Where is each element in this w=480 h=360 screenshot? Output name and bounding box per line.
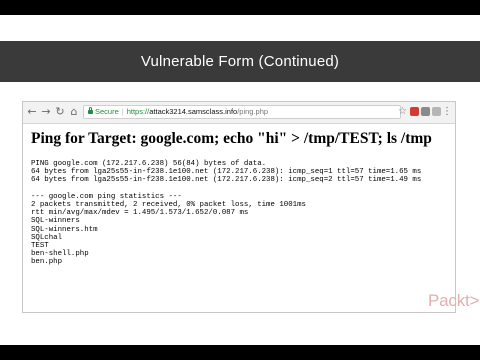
output-line: PING google.com (172.217.6.238) 56(84) b… [31, 160, 267, 168]
home-icon[interactable]: ⌂ [68, 106, 80, 118]
url-scheme: https:// [126, 107, 150, 116]
ls-entry: SQLchal [31, 233, 63, 242]
letterbox-bottom [0, 345, 480, 360]
reload-icon[interactable]: ↻ [54, 106, 66, 118]
ls-entry: SQL-winners.htm [31, 225, 98, 234]
back-icon[interactable]: ← [26, 106, 38, 118]
ls-entry: TEST [31, 241, 49, 250]
forward-icon[interactable]: → [40, 106, 52, 118]
ls-entry: ben.php [31, 258, 63, 267]
address-bar[interactable]: Secure | https://attack3214.samsclass.info… [83, 105, 401, 119]
ls-entry: SQL-winners [31, 217, 80, 226]
lock-icon [88, 107, 93, 114]
address-separator: | [121, 107, 124, 116]
slide-title: Vulnerable Form (Continued) [140, 53, 340, 70]
letterbox-top [0, 0, 480, 15]
packt-logo: Packt> [428, 291, 480, 310]
url-path: /ping.php [237, 107, 269, 116]
output-line: 64 bytes from lga25s55-in-f238.1e100.net… [31, 176, 422, 185]
page-heading: Ping for Target: google.com; echo "hi" >… [31, 130, 432, 147]
browser-toolbar: ← → ↻ ⌂ Secure | https://attack3214.samscl… [23, 102, 455, 124]
extension-icon-gray[interactable] [421, 107, 430, 116]
slide-title-bar: Vulnerable Form (Continued) [0, 41, 480, 82]
output-line: rtt min/avg/max/mdev = 1.495/1.573/1.652… [31, 209, 249, 218]
output-line: 64 bytes from lga25s55-in-f238.1e100.net… [31, 168, 422, 177]
browser-window: ← → ↻ ⌂ Secure | https://attack3214.samscl… [22, 101, 456, 313]
output-line: 2 packets transmitted, 2 received, 0% pa… [31, 200, 306, 209]
star-icon[interactable]: ☆ [398, 106, 407, 118]
output-line: --- google.com ping statistics --- [31, 192, 182, 201]
video-frame: Vulnerable Form (Continued) ← → ↻ ⌂ Secu… [0, 0, 480, 360]
command-output: PING google.com (172.217.6.238) 56(84) b… [31, 160, 451, 266]
ls-entry: ben-shell.php [31, 250, 89, 259]
output-blank-line [31, 185, 451, 193]
extension-icon-light[interactable] [432, 107, 441, 116]
page-content: Ping for Target: google.com; echo "hi" >… [31, 130, 451, 266]
extension-icon-red[interactable] [410, 107, 419, 116]
menu-icon[interactable]: ⋮ [442, 105, 452, 119]
secure-label: Secure [95, 107, 119, 116]
url-host: attack3214.samsclass.info [149, 107, 238, 116]
